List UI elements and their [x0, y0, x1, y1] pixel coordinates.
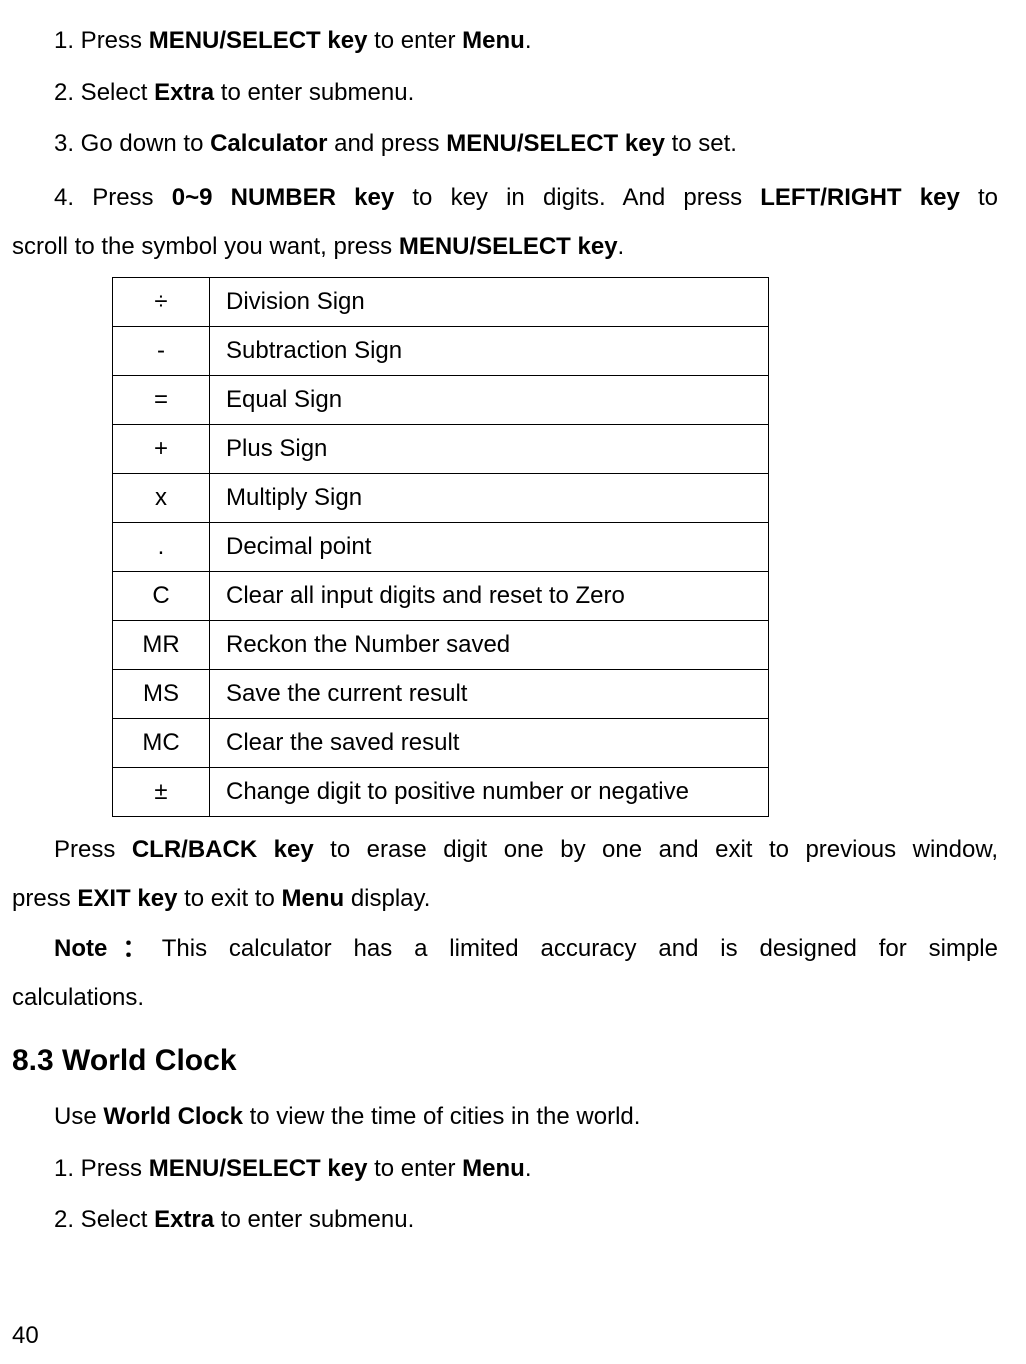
- symbol-cell: x: [113, 474, 210, 523]
- table-row: -Subtraction Sign: [113, 327, 769, 376]
- desc-cell: Multiply Sign: [210, 474, 769, 523]
- step-3: 3. Go down to Calculator and press MENU/…: [54, 121, 998, 167]
- symbol-cell: .: [113, 523, 210, 572]
- text: to enter submenu.: [214, 79, 414, 106]
- text: 4. Press: [54, 184, 172, 211]
- desc-cell: Division Sign: [210, 278, 769, 327]
- text: to view the time of cities in the world.: [243, 1103, 641, 1130]
- text: to key in digits. And press: [394, 184, 760, 211]
- table-row: ±Change digit to positive number or nega…: [113, 768, 769, 817]
- desc-cell: Clear all input digits and reset to Zero: [210, 572, 769, 621]
- bold: Extra: [154, 1206, 214, 1233]
- page-number: 40: [12, 1322, 39, 1350]
- symbol-cell: ÷: [113, 278, 210, 327]
- bold: MENU/SELECT key: [149, 1155, 368, 1182]
- symbol-cell: MR: [113, 621, 210, 670]
- text: to enter: [367, 1155, 462, 1182]
- bold: 0~9 NUMBER key: [172, 184, 394, 211]
- bold: LEFT/RIGHT key: [760, 184, 960, 211]
- text: .: [618, 233, 625, 260]
- symbol-cell: -: [113, 327, 210, 376]
- bold: MENU/SELECT key: [399, 233, 618, 260]
- text: 1. Press: [54, 1155, 149, 1182]
- bold: Note：: [54, 935, 162, 962]
- table-row: ÷Division Sign: [113, 278, 769, 327]
- bold: Extra: [154, 79, 214, 106]
- text: This calculator has a limited accuracy a…: [162, 935, 998, 962]
- table-row: MSSave the current result: [113, 670, 769, 719]
- bold: MENU/SELECT key: [446, 130, 665, 157]
- desc-cell: Change digit to positive number or negat…: [210, 768, 769, 817]
- text: scroll to the symbol you want, press: [12, 233, 399, 260]
- table-row: CClear all input digits and reset to Zer…: [113, 572, 769, 621]
- bold: MENU/SELECT key: [149, 27, 368, 54]
- text: Use: [54, 1103, 103, 1130]
- bold: EXIT key: [77, 885, 177, 912]
- symbol-cell: ±: [113, 768, 210, 817]
- symbol-cell: MS: [113, 670, 210, 719]
- text: to enter: [367, 27, 462, 54]
- text: press: [12, 885, 77, 912]
- paragraph-note-line2: calculations.: [12, 973, 998, 1022]
- text: calculations.: [12, 984, 144, 1011]
- desc-cell: Subtraction Sign: [210, 327, 769, 376]
- section-intro: Use World Clock to view the time of citi…: [54, 1094, 998, 1140]
- desc-cell: Save the current result: [210, 670, 769, 719]
- symbol-cell: =: [113, 376, 210, 425]
- text: 2. Select: [54, 79, 154, 106]
- bold: CLR/BACK key: [132, 836, 314, 863]
- text: to: [960, 184, 998, 211]
- table-row: =Equal Sign: [113, 376, 769, 425]
- table-row: .Decimal point: [113, 523, 769, 572]
- text: 1. Press: [54, 27, 149, 54]
- bold: World Clock: [103, 1103, 243, 1130]
- desc-cell: Equal Sign: [210, 376, 769, 425]
- text: to erase digit one by one and exit to pr…: [314, 836, 998, 863]
- step-4-line1: 4. Press 0~9 NUMBER key to key in digits…: [54, 173, 998, 222]
- paragraph-clr-line1: Press CLR/BACK key to erase digit one by…: [54, 825, 998, 874]
- text: to enter submenu.: [214, 1206, 414, 1233]
- bold: Menu: [462, 27, 525, 54]
- desc-cell: Reckon the Number saved: [210, 621, 769, 670]
- symbol-cell: MC: [113, 719, 210, 768]
- step-4-line2: scroll to the symbol you want, press MEN…: [12, 222, 998, 271]
- bold: Menu: [462, 1155, 525, 1182]
- table-row: +Plus Sign: [113, 425, 769, 474]
- bold: Menu: [281, 885, 344, 912]
- desc-cell: Decimal point: [210, 523, 769, 572]
- text: .: [525, 27, 532, 54]
- text: display.: [344, 885, 430, 912]
- symbol-table: ÷Division Sign -Subtraction Sign =Equal …: [112, 277, 769, 817]
- section-step-2: 2. Select Extra to enter submenu.: [54, 1197, 998, 1243]
- text: to set.: [665, 130, 737, 157]
- symbol-cell: +: [113, 425, 210, 474]
- table-row: xMultiply Sign: [113, 474, 769, 523]
- table-row: MRReckon the Number saved: [113, 621, 769, 670]
- paragraph-note-line1: Note：This calculator has a limited accur…: [54, 924, 998, 973]
- text: to exit to: [177, 885, 281, 912]
- step-1: 1. Press MENU/SELECT key to enter Menu.: [54, 18, 998, 64]
- section-step-1: 1. Press MENU/SELECT key to enter Menu.: [54, 1146, 998, 1192]
- text: .: [525, 1155, 532, 1182]
- symbol-cell: C: [113, 572, 210, 621]
- text: 2. Select: [54, 1206, 154, 1233]
- desc-cell: Plus Sign: [210, 425, 769, 474]
- paragraph-clr-line2: press EXIT key to exit to Menu display.: [12, 874, 998, 923]
- text: 3. Go down to: [54, 130, 210, 157]
- section-heading: 8.3 World Clock: [12, 1044, 998, 1078]
- text: Press: [54, 836, 132, 863]
- text: and press: [327, 130, 446, 157]
- step-2: 2. Select Extra to enter submenu.: [54, 70, 998, 116]
- table-row: MCClear the saved result: [113, 719, 769, 768]
- desc-cell: Clear the saved result: [210, 719, 769, 768]
- bold: Calculator: [210, 130, 327, 157]
